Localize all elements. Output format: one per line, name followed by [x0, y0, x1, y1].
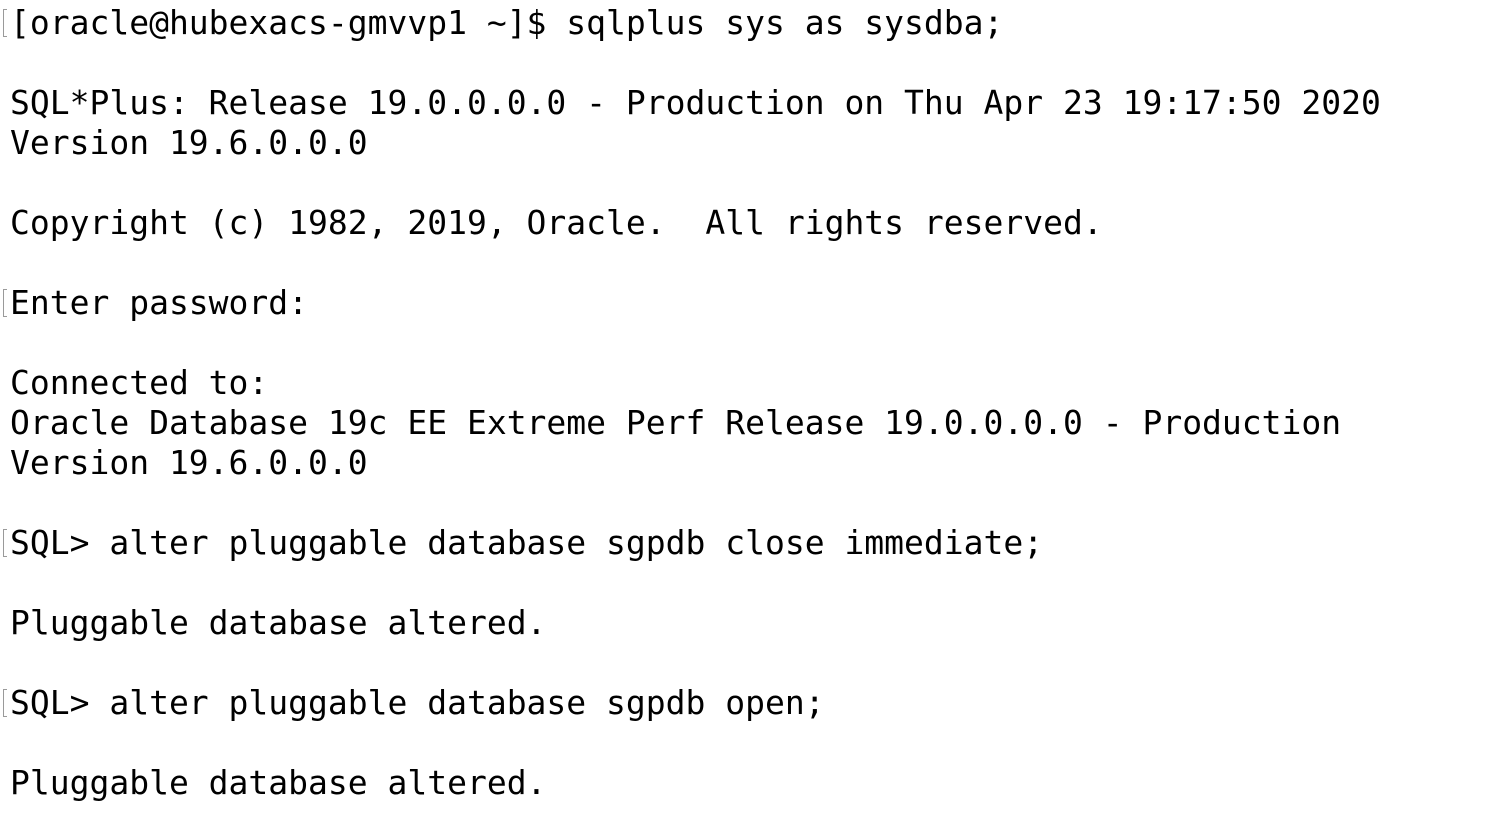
prompt-mark-icon: [3, 529, 7, 557]
terminal-line-sqlplus-banner: SQL*Plus: Release 19.0.0.0.0 - Productio…: [10, 83, 1381, 122]
terminal-line-database-version: Version 19.6.0.0.0: [10, 443, 368, 482]
terminal-line-password-prompt: Enter password:: [10, 283, 309, 322]
terminal-line-result-open: Pluggable database altered.: [10, 763, 547, 802]
terminal-line-sql-open: SQL> alter pluggable database sgpdb open…: [10, 683, 825, 722]
prompt-mark-icon: [3, 289, 7, 317]
terminal-line-version: Version 19.6.0.0.0: [10, 123, 368, 162]
terminal-window[interactable]: [oracle@hubexacs-gmvvp1 ~]$ sqlplus sys …: [0, 0, 1504, 822]
terminal-line-sql-close: SQL> alter pluggable database sgpdb clos…: [10, 523, 1044, 562]
prompt-mark-icon: [3, 689, 7, 717]
prompt-mark-icon: [3, 9, 7, 37]
terminal-line-result-close: Pluggable database altered.: [10, 603, 547, 642]
terminal-line-connected: Connected to:: [10, 363, 269, 402]
terminal-line-database-release: Oracle Database 19c EE Extreme Perf Rele…: [10, 403, 1342, 442]
terminal-line-copyright: Copyright (c) 1982, 2019, Oracle. All ri…: [10, 203, 1103, 242]
terminal-line-shell-command: [oracle@hubexacs-gmvvp1 ~]$ sqlplus sys …: [10, 3, 1004, 42]
